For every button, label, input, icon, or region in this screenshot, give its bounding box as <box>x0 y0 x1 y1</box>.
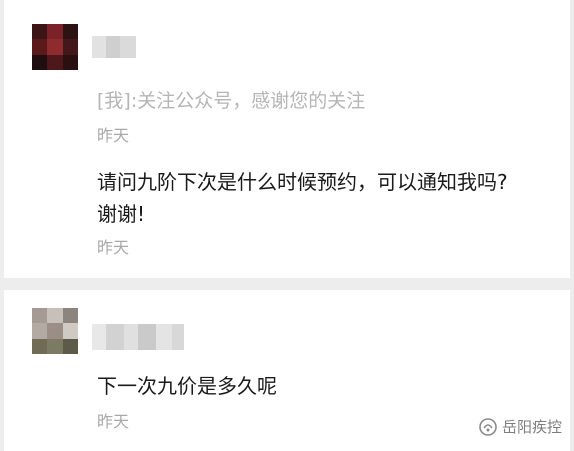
watermark: 岳阳疾控 <box>478 416 562 437</box>
comment-text: 下一次九价是多久呢 <box>97 374 277 398</box>
comment-timestamp: 昨天 <box>97 238 130 257</box>
comment-card-2: 下一次九价是多久呢 昨天 岳阳疾控 <box>4 290 570 451</box>
avatar[interactable] <box>32 24 78 70</box>
username-blurred[interactable] <box>92 36 136 58</box>
username-blurred[interactable] <box>92 324 184 350</box>
avatar[interactable] <box>32 308 78 354</box>
comment-timestamp: 昨天 <box>97 412 130 431</box>
author-reply: [我]:关注公众号，感谢您的关注 <box>97 90 366 112</box>
watermark-text: 岳阳疾控 <box>501 418 562 436</box>
comment-line: 请问九阶下次是什么时候预约，可以通知我吗? <box>97 170 508 194</box>
comment-card-1: [我]:关注公众号，感谢您的关注 昨天 请问九阶下次是什么时候预约，可以通知我吗… <box>4 0 570 278</box>
comment-text: 请问九阶下次是什么时候预约，可以通知我吗? 谢谢! <box>97 166 557 230</box>
comment-line: 谢谢! <box>97 202 146 226</box>
wechat-official-account-icon <box>479 417 497 436</box>
reply-timestamp: 昨天 <box>97 126 130 145</box>
